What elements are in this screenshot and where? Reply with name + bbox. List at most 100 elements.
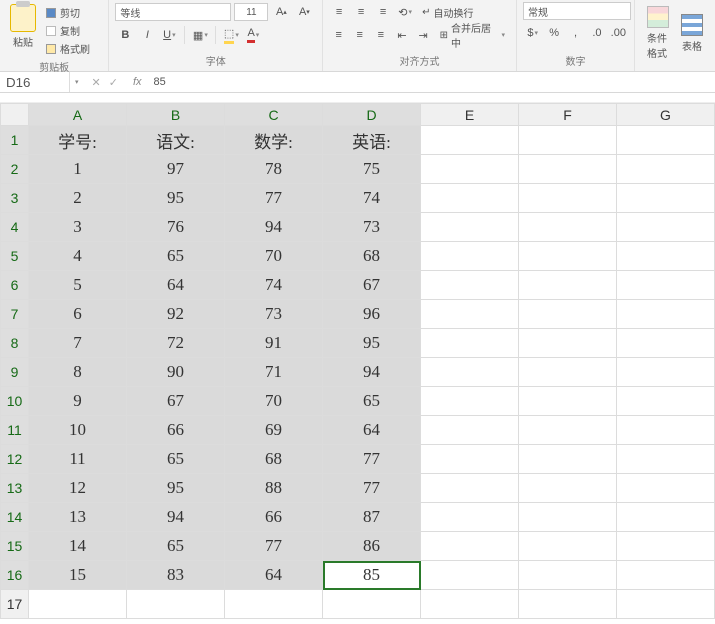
- cell-C17[interactable]: [225, 590, 323, 619]
- cell-A9[interactable]: 8: [29, 358, 127, 387]
- format-painter-button[interactable]: 格式刷: [44, 40, 92, 57]
- cell-F4[interactable]: [519, 213, 617, 242]
- cell-E6[interactable]: [421, 271, 519, 300]
- cell-C5[interactable]: 70: [225, 242, 323, 271]
- cell-G5[interactable]: [617, 242, 715, 271]
- font-name-select[interactable]: [115, 3, 231, 21]
- column-header-D[interactable]: D: [323, 104, 421, 126]
- cell-F12[interactable]: [519, 445, 617, 474]
- cell-D8[interactable]: 95: [323, 329, 421, 358]
- cell-F8[interactable]: [519, 329, 617, 358]
- cell-C11[interactable]: 69: [225, 416, 323, 445]
- row-header-7[interactable]: 7: [1, 300, 29, 329]
- cell-C2[interactable]: 78: [225, 155, 323, 184]
- cell-C14[interactable]: 66: [225, 503, 323, 532]
- cell-G15[interactable]: [617, 532, 715, 561]
- cell-C9[interactable]: 71: [225, 358, 323, 387]
- align-left-button[interactable]: ≡: [329, 25, 348, 45]
- cell-E3[interactable]: [421, 184, 519, 213]
- cell-B4[interactable]: 76: [127, 213, 225, 242]
- cell-D3[interactable]: 74: [323, 184, 421, 213]
- cell-A2[interactable]: 1: [29, 155, 127, 184]
- cell-F9[interactable]: [519, 358, 617, 387]
- row-header-14[interactable]: 14: [1, 503, 29, 532]
- cell-G11[interactable]: [617, 416, 715, 445]
- align-top-button[interactable]: ≡: [329, 2, 349, 22]
- cell-E10[interactable]: [421, 387, 519, 416]
- cell-F1[interactable]: [519, 126, 617, 155]
- spreadsheet-grid[interactable]: ABCDEFG1学号:语文:数学:英语:21977875329577744376…: [0, 103, 715, 619]
- cell-C3[interactable]: 77: [225, 184, 323, 213]
- cell-E7[interactable]: [421, 300, 519, 329]
- cell-B10[interactable]: 67: [127, 387, 225, 416]
- cell-G14[interactable]: [617, 503, 715, 532]
- cell-F15[interactable]: [519, 532, 617, 561]
- column-header-G[interactable]: G: [617, 104, 715, 126]
- cell-D15[interactable]: 86: [323, 532, 421, 561]
- cell-B6[interactable]: 64: [127, 271, 225, 300]
- cell-E11[interactable]: [421, 416, 519, 445]
- cell-C15[interactable]: 77: [225, 532, 323, 561]
- italic-button[interactable]: I: [137, 25, 157, 45]
- cell-B17[interactable]: [127, 590, 225, 619]
- fill-color-button[interactable]: ⬚▾: [221, 25, 241, 45]
- row-header-17[interactable]: 17: [1, 590, 29, 619]
- cell-B1[interactable]: 语文:: [127, 126, 225, 155]
- cell-B8[interactable]: 72: [127, 329, 225, 358]
- column-header-B[interactable]: B: [127, 104, 225, 126]
- column-header-C[interactable]: C: [225, 104, 323, 126]
- row-header-15[interactable]: 15: [1, 532, 29, 561]
- align-center-button[interactable]: ≡: [350, 25, 369, 45]
- fx-icon[interactable]: fx: [127, 76, 148, 88]
- cell-F6[interactable]: [519, 271, 617, 300]
- percent-format-button[interactable]: %: [544, 23, 563, 43]
- cell-D14[interactable]: 87: [323, 503, 421, 532]
- row-header-12[interactable]: 12: [1, 445, 29, 474]
- font-size-select[interactable]: [234, 3, 268, 21]
- cell-F14[interactable]: [519, 503, 617, 532]
- row-header-3[interactable]: 3: [1, 184, 29, 213]
- cell-F17[interactable]: [519, 590, 617, 619]
- cell-A6[interactable]: 5: [29, 271, 127, 300]
- cell-E5[interactable]: [421, 242, 519, 271]
- cell-E9[interactable]: [421, 358, 519, 387]
- column-header-A[interactable]: A: [29, 104, 127, 126]
- cell-A5[interactable]: 4: [29, 242, 127, 271]
- cell-A16[interactable]: 15: [29, 561, 127, 590]
- cell-D2[interactable]: 75: [323, 155, 421, 184]
- increase-decimal-button[interactable]: .0: [587, 23, 606, 43]
- cell-E4[interactable]: [421, 213, 519, 242]
- align-middle-button[interactable]: ≡: [351, 2, 371, 22]
- row-header-8[interactable]: 8: [1, 329, 29, 358]
- cell-A12[interactable]: 11: [29, 445, 127, 474]
- cell-B15[interactable]: 65: [127, 532, 225, 561]
- cell-A15[interactable]: 14: [29, 532, 127, 561]
- cell-A4[interactable]: 3: [29, 213, 127, 242]
- cell-F2[interactable]: [519, 155, 617, 184]
- cell-A8[interactable]: 7: [29, 329, 127, 358]
- cell-A7[interactable]: 6: [29, 300, 127, 329]
- cell-A17[interactable]: [29, 590, 127, 619]
- copy-button[interactable]: 复制: [44, 22, 92, 39]
- cell-F11[interactable]: [519, 416, 617, 445]
- paste-button[interactable]: 粘贴: [6, 2, 40, 57]
- select-all-corner[interactable]: [1, 104, 29, 126]
- cell-B16[interactable]: 83: [127, 561, 225, 590]
- row-header-1[interactable]: 1: [1, 126, 29, 155]
- cell-D7[interactable]: 96: [323, 300, 421, 329]
- comma-format-button[interactable]: ,: [566, 23, 585, 43]
- cell-C13[interactable]: 88: [225, 474, 323, 503]
- cell-F10[interactable]: [519, 387, 617, 416]
- cell-G13[interactable]: [617, 474, 715, 503]
- cell-C7[interactable]: 73: [225, 300, 323, 329]
- cell-G1[interactable]: [617, 126, 715, 155]
- cell-E14[interactable]: [421, 503, 519, 532]
- cell-B14[interactable]: 94: [127, 503, 225, 532]
- cell-A10[interactable]: 9: [29, 387, 127, 416]
- cell-E16[interactable]: [421, 561, 519, 590]
- cell-A3[interactable]: 2: [29, 184, 127, 213]
- cell-A13[interactable]: 12: [29, 474, 127, 503]
- cell-G17[interactable]: [617, 590, 715, 619]
- number-format-select[interactable]: [523, 2, 631, 20]
- cell-D10[interactable]: 65: [323, 387, 421, 416]
